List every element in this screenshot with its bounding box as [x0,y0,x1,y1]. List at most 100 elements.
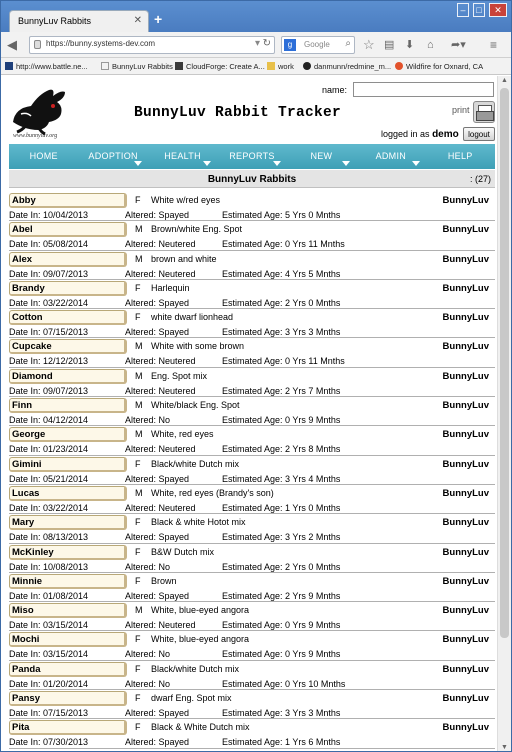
rabbit-name-link[interactable]: Lucas [9,485,127,501]
name-label: name: [322,85,348,95]
rabbit-name-link[interactable]: Abby [9,193,127,208]
rabbit-age: Estimated Age: 1 Yrs 0 Mnths [222,502,341,513]
maximize-icon[interactable]: □ [473,3,485,17]
google-icon: g [284,39,296,51]
caret-down-icon [203,161,212,166]
rabbit-date-in: Date In: 07/30/2013 [9,737,89,748]
scroll-down-icon[interactable]: ▼ [501,744,508,751]
menu-icon[interactable]: ≡ [490,37,497,53]
rabbit-description: White, red eyes [151,429,214,440]
caret-down-icon [411,161,420,166]
rabbit-name-link[interactable]: Mochi [9,632,127,648]
rabbit-name-link[interactable]: Brandy [9,280,127,296]
bookmark-github[interactable]: danmunn/redmine_m... [303,62,391,71]
rabbit-row: Finn M White/black Eng. Spot BunnyLuv Date I… [9,397,495,427]
menu-admin[interactable]: ADMIN [356,144,425,169]
search-box[interactable]: g Google ⌕ [281,36,355,54]
back-icon[interactable]: ◀ [7,37,17,53]
search-icon[interactable]: ⌕ [345,38,351,49]
rabbit-description: white dwarf lionhead [151,312,234,323]
rabbit-name-link[interactable]: Mary [9,515,127,531]
sync-icon[interactable]: ➦▾ [451,37,466,53]
rabbit-altered: Altered: Neutered [125,239,196,250]
list-title: BunnyLuv Rabbits [207,174,297,185]
list-header: BunnyLuv Rabbits : (27) [9,170,495,188]
rabbit-sex: M [135,341,143,352]
rabbit-name-link[interactable]: Miso [9,603,127,619]
rabbit-age: Estimated Age: 3 Yrs 3 Mnths [222,708,341,719]
rabbit-name-link[interactable]: Diamond [9,368,127,384]
rabbit-name-link[interactable]: Finn [9,398,127,414]
menu-help[interactable]: HELP [426,144,495,169]
rabbit-altered: Altered: Spayed [125,210,190,220]
home-icon[interactable]: ⌂ [427,37,434,53]
rabbit-age: Estimated Age: 0 Yrs 11 Mnths [222,239,345,250]
rabbit-age: Estimated Age: 0 Yrs 11 Mnths [222,356,345,367]
rabbit-name-link[interactable]: McKinley [9,544,127,560]
rabbit-name-link[interactable]: George [9,427,127,443]
browser-tab[interactable]: BunnyLuv Rabbits ✕ [9,10,149,32]
rabbit-row: Lucas M White, red eyes (Brandy's son) Bunn… [9,485,495,515]
rabbit-altered: Altered: Spayed [125,708,190,719]
bookmark-battlenet[interactable]: http://www.battle.ne... [5,62,88,71]
bookmark-bunnyluv[interactable]: BunnyLuv Rabbits [101,62,173,71]
rabbit-name-link[interactable]: Minnie [9,573,127,589]
rabbit-age: Estimated Age: 3 Yrs 2 Mnths [222,532,341,543]
list-count: : (27) [469,174,491,184]
star-icon[interactable]: ☆ [363,37,375,53]
main-menu: HOME ADOPTION HEALTH REPORTS NEW ADMIN H… [9,144,495,169]
menu-reports[interactable]: REPORTS [217,144,286,169]
printer-icon[interactable] [473,101,495,123]
library-icon[interactable]: ▤ [384,37,394,53]
rabbit-altered: Altered: Neutered [125,502,196,513]
new-tab-icon[interactable]: + [154,12,162,26]
scroll-up-icon[interactable]: ▲ [501,77,508,84]
rabbit-name-link[interactable]: Cotton [9,310,127,326]
rabbit-description: White, blue-eyed angora [151,605,250,616]
rabbit-description: White/black Eng. Spot [151,400,240,411]
rabbit-altered: Altered: No [125,649,171,660]
logout-button[interactable]: logout [463,127,495,141]
menu-new[interactable]: NEW [287,144,356,169]
dropdown-arrow-icon[interactable]: ▾ [255,38,260,49]
wildfire-icon [395,62,403,70]
rabbit-name-link[interactable]: Panda [9,661,127,677]
rabbit-name-link[interactable]: Alex [9,251,127,267]
rabbit-description: B&W Dutch mix [151,546,215,557]
rabbit-name-link[interactable]: Gimini [9,456,127,472]
download-icon[interactable]: ⬇ [405,37,414,53]
rabbit-name-link[interactable]: Cupcake [9,339,127,355]
rabbit-sex: M [135,487,143,498]
rabbit-sex: M [135,429,143,440]
battlenet-icon [5,62,13,70]
rabbit-age: Estimated Age: 0 Yrs 10 Mnths [222,678,346,689]
rabbit-sex: M [135,224,143,235]
rabbit-name-link[interactable]: Pansy [9,691,127,707]
rabbit-sex: M [135,605,143,616]
window-close-icon[interactable]: ✕ [489,3,507,17]
bookmark-work[interactable]: work [267,62,294,71]
folder-icon [267,62,275,70]
scrollbar-thumb[interactable] [500,88,509,638]
rabbit-age: Estimated Age: 4 Yrs 5 Mnths [222,268,341,279]
address-bar[interactable]: https://bunny.systems-dev.com ▾ ↻ [29,36,275,54]
rabbit-date-in: Date In: 09/07/2013 [9,268,89,279]
bookmark-wildfire[interactable]: Wildfire for Oxnard, CA [395,62,483,71]
menu-home[interactable]: HOME [9,144,78,169]
rabbit-description: Black & white Hotot mix [151,517,246,528]
menu-health[interactable]: HEALTH [148,144,217,169]
rabbit-name-link[interactable]: Pita [9,720,127,736]
minimize-icon[interactable]: – [457,3,469,17]
rabbit-sex: F [135,663,141,674]
tab-close-icon[interactable]: ✕ [134,15,142,26]
reload-icon[interactable]: ↻ [263,38,271,49]
rabbit-row: Minnie F Brown BunnyLuv Date In: 01/08/2014 A… [9,573,495,603]
menu-adoption[interactable]: ADOPTION [78,144,147,169]
name-search-input[interactable] [353,82,494,97]
rabbit-age: Estimated Age: 2 Yrs 0 Mnths [222,297,341,308]
rabbit-name-link[interactable]: Abel [9,222,127,238]
rabbit-date-in: Date In: 01/23/2014 [9,444,89,455]
bookmark-cloudforge[interactable]: CloudForge: Create A... [175,62,265,71]
rabbit-description: Black/white Dutch mix [151,458,240,469]
page-scrollbar[interactable]: ▲ ▼ [497,76,511,751]
